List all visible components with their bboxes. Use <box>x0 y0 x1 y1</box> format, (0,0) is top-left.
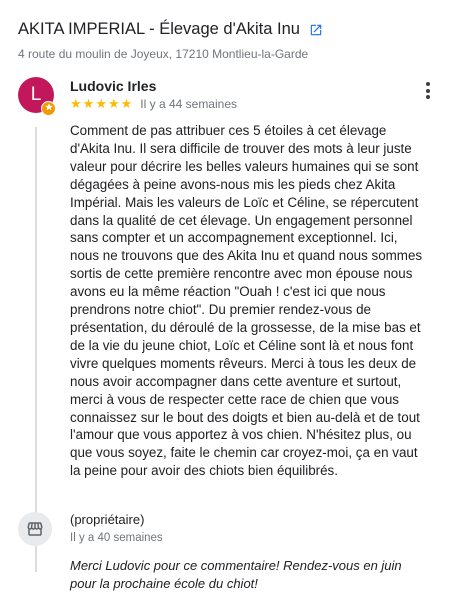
review-meta: ★ ★ ★ ★ ★ Il y a 44 semaines <box>70 97 237 112</box>
place-header: AKITA IMPERIAL - Élevage d'Akita Inu 4 r… <box>18 20 442 61</box>
owner-reply-text: Merci Ludovic pour ce commentaire! Rende… <box>70 558 402 591</box>
external-link-icon[interactable] <box>309 23 323 37</box>
star-rating: ★ ★ ★ ★ ★ <box>70 97 133 111</box>
star-icon: ★ <box>107 96 120 111</box>
title-row: AKITA IMPERIAL - Élevage d'Akita Inu <box>18 20 442 39</box>
review-time: Il y a 44 semaines <box>140 97 237 111</box>
avatar-letter: L <box>30 84 42 105</box>
storefront-icon <box>18 512 52 546</box>
star-icon: ★ <box>120 96 133 111</box>
owner-reply-time: Il y a 40 semaines <box>70 532 163 544</box>
local-guide-badge-icon <box>41 101 56 116</box>
place-address: 4 route du moulin de Joyeux, 17210 Montl… <box>18 47 309 61</box>
review-text: Comment de pas attribuer ces 5 étoiles à… <box>70 123 423 479</box>
thread-line <box>35 127 37 572</box>
more-vert-icon[interactable] <box>426 82 430 102</box>
star-icon: ★ <box>82 96 95 111</box>
star-icon: ★ <box>95 96 107 111</box>
reviewer-name[interactable]: Ludovic Irles <box>70 78 156 94</box>
place-title[interactable]: AKITA IMPERIAL - Élevage d'Akita Inu <box>18 20 300 39</box>
star-icon: ★ <box>70 96 82 111</box>
owner-label: (propriétaire) <box>70 512 145 527</box>
